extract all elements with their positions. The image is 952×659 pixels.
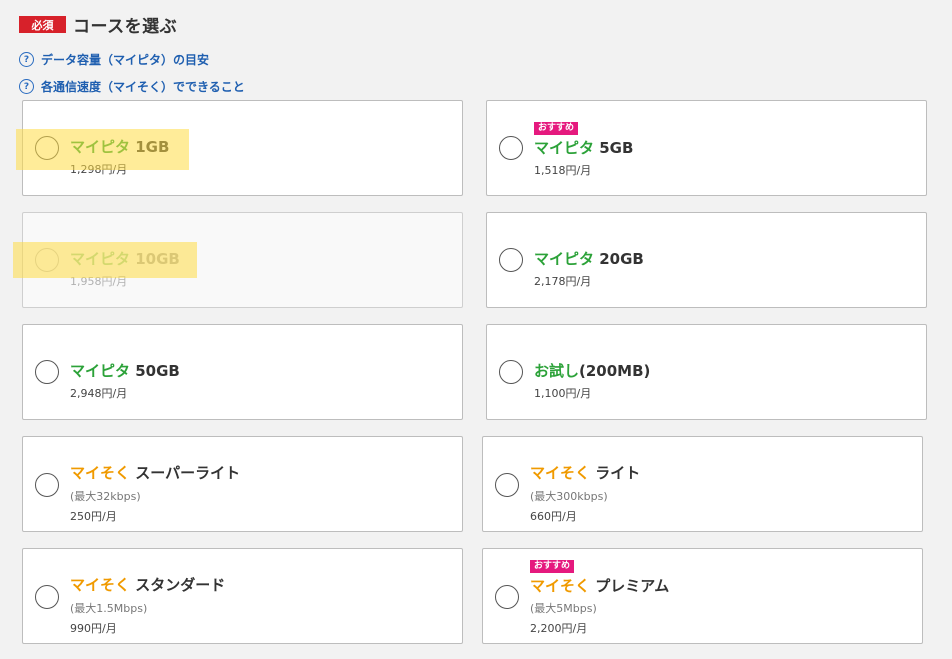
course-card-mypita-1gb[interactable]: マイピタ 1GB 1,298円/月 [22,100,463,196]
price-label: 2,178円/月 [534,275,592,288]
course-card-mypita-50gb[interactable]: マイピタ 50GB 2,948円/月 [22,324,463,420]
help-link-speed[interactable]: ? 各通信速度（マイそく）でできること [19,78,245,95]
course-radio[interactable] [499,248,523,272]
question-icon: ? [19,52,34,67]
brand-label: マイピタ [70,138,131,156]
price-label: 990円/月 [70,622,117,635]
plan-label: ライト [595,464,641,482]
course-card-mysoku-super-light[interactable]: マイそく スーパーライト (最大32kbps) 250円/月 [22,436,463,532]
course-radio[interactable] [499,136,523,160]
course-radio[interactable] [495,473,519,497]
plan-label: 10GB [135,250,180,268]
plan-label: スーパーライト [135,464,241,482]
price-label: 1,518円/月 [534,164,592,177]
plan-label: (200MB) [579,362,651,380]
course-radio[interactable] [35,136,59,160]
course-card-mysoku-premium[interactable]: おすすめ マイそく プレミアム (最大5Mbps) 2,200円/月 [482,548,923,644]
course-card-mysoku-light[interactable]: マイそく ライト (最大300kbps) 660円/月 [482,436,923,532]
course-card-mypita-10gb: マイピタ 10GB 1,958円/月 [22,212,463,308]
course-radio[interactable] [495,585,519,609]
speed-label: (最大5Mbps) [530,602,597,615]
plan-label: 5GB [599,139,634,157]
brand-label: マイそく [70,576,131,594]
brand-label: マイピタ [534,250,595,268]
price-label: 1,100円/月 [534,387,592,400]
question-icon: ? [19,79,34,94]
brand-label: マイピタ [70,250,131,268]
course-card-mysoku-standard[interactable]: マイそく スタンダード (最大1.5Mbps) 990円/月 [22,548,463,644]
plan-label: 50GB [135,362,180,380]
recommended-badge: おすすめ [534,122,579,135]
course-radio[interactable] [35,360,59,384]
help-link-label: 各通信速度（マイそく）でできること [41,80,245,94]
course-card-mypita-20gb[interactable]: マイピタ 20GB 2,178円/月 [486,212,927,308]
brand-label: お試し [534,362,580,380]
course-radio[interactable] [499,360,523,384]
help-link-label: データ容量（マイピタ）の目安 [41,53,210,67]
course-card-mypita-5gb[interactable]: おすすめ マイピタ 5GB 1,518円/月 [486,100,927,196]
plan-label: プレミアム [595,577,670,595]
plan-label: 20GB [599,250,644,268]
price-label: 250円/月 [70,510,117,523]
help-link-data-capacity[interactable]: ? データ容量（マイピタ）の目安 [19,51,209,68]
section-header: 必須 コースを選ぶ [19,12,177,37]
brand-label: マイそく [530,464,591,482]
course-radio[interactable] [35,585,59,609]
section-title: コースを選ぶ [73,17,178,37]
plan-label: スタンダード [135,576,226,594]
price-label: 660円/月 [530,510,577,523]
plan-label: 1GB [135,138,170,156]
required-badge: 必須 [19,16,66,33]
price-label: 1,298円/月 [70,163,128,176]
speed-label: (最大1.5Mbps) [70,602,148,615]
speed-label: (最大300kbps) [530,490,608,503]
brand-label: マイそく [530,577,591,595]
price-label: 2,200円/月 [530,622,588,635]
price-label: 2,948円/月 [70,387,128,400]
price-label: 1,958円/月 [70,275,128,288]
brand-label: マイピタ [70,362,131,380]
course-radio [35,248,59,272]
recommended-badge: おすすめ [530,560,575,573]
course-radio[interactable] [35,473,59,497]
brand-label: マイピタ [534,139,595,157]
brand-label: マイそく [70,464,131,482]
course-card-trial-200mb[interactable]: お試し(200MB) 1,100円/月 [486,324,927,420]
speed-label: (最大32kbps) [70,490,141,503]
